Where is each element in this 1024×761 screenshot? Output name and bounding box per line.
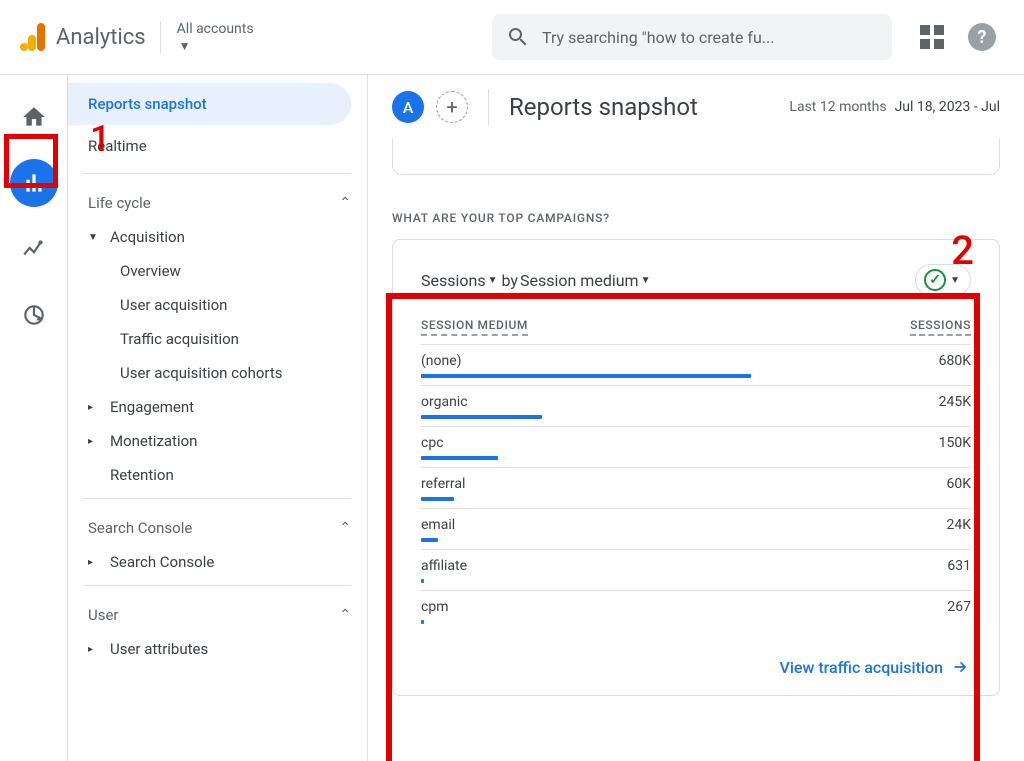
- section-heading: WHAT ARE YOUR TOP CAMPAIGNS?: [392, 211, 1024, 225]
- chevron-up-icon: ⌃: [339, 195, 351, 211]
- search-placeholder: Try searching "how to create fu...: [542, 28, 774, 47]
- sidebar-group-monetization[interactable]: ▸Monetization: [68, 424, 367, 458]
- sidebar-item-traffic-acquisition[interactable]: Traffic acquisition: [68, 322, 367, 356]
- analytics-logo: [16, 21, 48, 53]
- sidebar-group-search-console[interactable]: ▸Search Console: [68, 545, 367, 579]
- chevron-down-icon: ▼: [950, 275, 960, 286]
- sidebar-section-search-console[interactable]: Search Console⌃: [68, 505, 367, 545]
- rail-explore[interactable]: [10, 225, 58, 273]
- sidebar-item-overview[interactable]: Overview: [68, 254, 367, 288]
- date-range-picker[interactable]: Last 12 months Jul 18, 2023 - Jul: [789, 99, 1000, 115]
- help-icon[interactable]: ?: [968, 23, 996, 51]
- check-icon: ✓: [924, 269, 946, 291]
- sidebar-section-life-cycle[interactable]: Life cycle⌃: [68, 180, 367, 220]
- caret-right-icon: ▸: [88, 557, 98, 568]
- search-icon: [506, 25, 530, 49]
- sidebar-item-user-acquisition[interactable]: User acquisition: [68, 288, 367, 322]
- account-picker[interactable]: All accounts ▼: [160, 21, 254, 53]
- chevron-down-icon: ▼: [641, 275, 651, 286]
- annotation-number-2: 2: [951, 227, 974, 274]
- chevron-up-icon: ⌃: [339, 607, 351, 623]
- sidebar-group-engagement[interactable]: ▸Engagement: [68, 390, 367, 424]
- card-placeholder: [392, 139, 1000, 175]
- card-title[interactable]: Sessions▼ by Session medium▼: [421, 271, 653, 290]
- sidebar-item-retention[interactable]: Retention: [68, 458, 367, 492]
- add-comparison-button[interactable]: +: [436, 91, 468, 123]
- annotation-box-1: [4, 134, 58, 188]
- sidebar-group-acquisition[interactable]: ▼Acquisition: [68, 220, 367, 254]
- avatar[interactable]: A: [392, 91, 424, 123]
- caret-right-icon: ▸: [88, 644, 98, 655]
- sidebar-item-user-acquisition-cohorts[interactable]: User acquisition cohorts: [68, 356, 367, 390]
- chevron-up-icon: ⌃: [339, 520, 351, 536]
- annotation-number-1: 1: [90, 118, 110, 160]
- caret-down-icon: ▼: [88, 232, 98, 243]
- chevron-down-icon: ▼: [179, 39, 254, 53]
- caret-right-icon: ▸: [88, 402, 98, 413]
- caret-right-icon: ▸: [88, 436, 98, 447]
- page-title: Reports snapshot: [509, 93, 777, 121]
- apps-icon[interactable]: [920, 25, 944, 49]
- annotation-box-2: [386, 293, 980, 761]
- product-name: Analytics: [56, 25, 146, 50]
- sidebar-group-user-attributes[interactable]: ▸User attributes: [68, 632, 367, 666]
- sidebar-section-user[interactable]: User⌃: [68, 592, 367, 632]
- chevron-down-icon: ▼: [488, 275, 498, 286]
- search-input[interactable]: Try searching "how to create fu...: [492, 14, 892, 60]
- rail-advertising[interactable]: [10, 291, 58, 339]
